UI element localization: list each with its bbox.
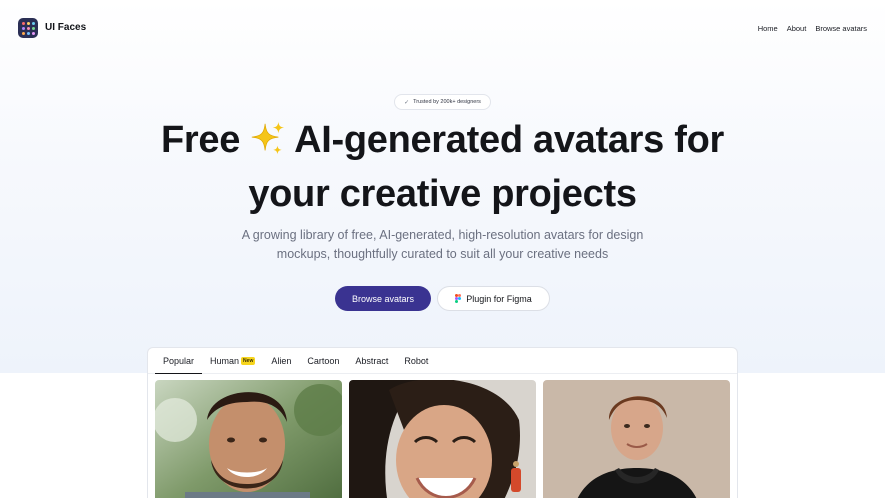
avatar-card[interactable] — [155, 380, 342, 498]
nav-home-link[interactable]: Home — [758, 24, 778, 33]
tab-label: Popular — [163, 355, 195, 366]
category-tabs: Popular Human New Alien Cartoon Abstract … — [148, 348, 737, 374]
tab-label: Abstract — [355, 356, 389, 366]
headline-free: Free — [160, 119, 241, 161]
nav-about-link[interactable]: About — [787, 24, 807, 33]
tab-robot[interactable]: Robot — [396, 348, 436, 374]
sparkle-icon — [248, 120, 286, 170]
laughing-woman-photo-icon — [349, 380, 536, 498]
tab-cartoon[interactable]: Cartoon — [299, 348, 347, 374]
brand-name[interactable]: UI Faces — [45, 22, 86, 33]
nav-browse-link[interactable]: Browse avatars — [815, 24, 867, 33]
tab-label: Alien — [271, 356, 292, 366]
tab-alien[interactable]: Alien — [263, 348, 299, 374]
figma-plugin-label: Plugin for Figma — [466, 293, 532, 304]
tab-label: Human — [210, 356, 240, 366]
site-header: UI Faces Home About Browse avatars — [0, 0, 885, 56]
tab-popular[interactable]: Popular — [155, 348, 203, 374]
tab-abstract[interactable]: Abstract — [347, 348, 396, 374]
headline-line2: your creative projects — [248, 173, 637, 215]
browse-avatars-button[interactable]: Browse avatars — [335, 286, 431, 311]
figma-plugin-button[interactable]: Plugin for Figma — [437, 286, 550, 311]
check-icon: ✓ — [404, 99, 410, 106]
avatar-card[interactable] — [543, 380, 730, 498]
figma-icon — [455, 294, 462, 303]
trust-badge-text: Trusted by 200k+ designers — [413, 99, 481, 105]
tab-human[interactable]: Human New — [202, 348, 263, 374]
smiling-man-beard-photo-icon — [155, 380, 342, 498]
new-badge: New — [241, 357, 256, 365]
trust-badge: ✓ Trusted by 200k+ designers — [394, 94, 491, 110]
main-nav: Home About Browse avatars — [758, 24, 867, 33]
hero-subtitle: A growing library of free, AI-generated,… — [241, 228, 644, 261]
headline-rest: AI-generated avatars for — [294, 119, 725, 161]
tab-label: Robot — [404, 356, 429, 366]
avatar-card[interactable] — [349, 380, 536, 498]
page-title: Free AI-generated avatars for your creat… — [0, 116, 885, 218]
tab-label: Cartoon — [307, 356, 340, 366]
logo-icon[interactable] — [18, 18, 38, 38]
young-man-hoodie-photo-icon — [543, 380, 730, 498]
